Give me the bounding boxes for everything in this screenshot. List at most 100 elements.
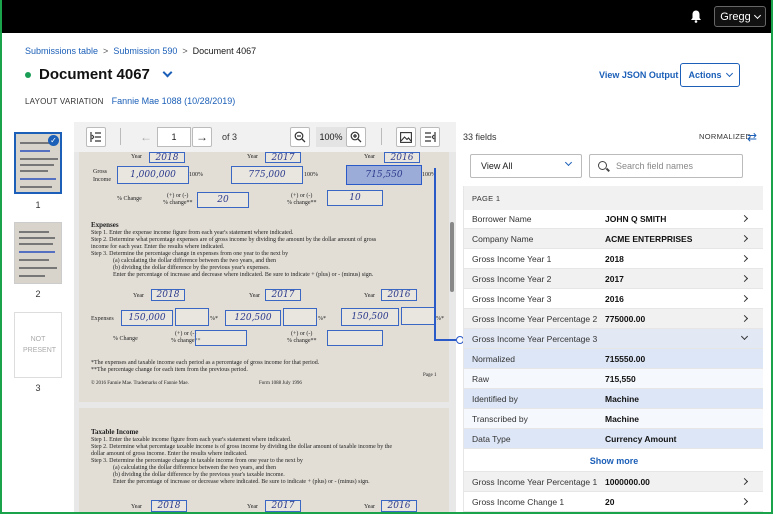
next-page-button[interactable]: → — [192, 127, 212, 147]
search-placeholder: Search field names — [616, 161, 694, 171]
document-page-1: Year 2018 Year 2017 Year 2016 Gross Inco… — [79, 152, 449, 402]
chevron-right-icon — [740, 497, 749, 506]
thumbnail-page-2[interactable] — [14, 222, 62, 284]
arrow-left-icon: ← — [140, 130, 152, 144]
hw-gross-income-3-highlighted[interactable]: 715,550 — [346, 165, 422, 185]
swap-icon[interactable]: ⇄ — [747, 130, 757, 144]
zoom-out-button[interactable] — [290, 127, 310, 147]
page-thumbnails: ✓ 1 2 NOT PRESENT 3 — [2, 122, 74, 512]
top-bar: Gregg — [2, 0, 771, 33]
document-page-2: Taxable Income Step 1. Enter the taxable… — [79, 408, 449, 512]
thumbnail-number: 2 — [35, 289, 41, 299]
hw-gross-income-2: 775,000 — [231, 166, 303, 184]
hw-pct-change-2: 10 — [327, 190, 383, 206]
normalized-toggle-label[interactable]: NORMALIZED — [699, 132, 751, 141]
chevron-down-icon — [725, 69, 733, 78]
layout-variation-label: LAYOUT VARIATION — [25, 97, 104, 106]
thumbnail-number: 3 — [35, 383, 41, 393]
page-title-row: Document 4067 — [25, 66, 173, 83]
field-detail-row: Identified by Machine — [464, 389, 763, 409]
page-number-input[interactable]: 1 — [157, 127, 191, 147]
chevron-right-icon — [740, 234, 749, 243]
zoom-in-button[interactable] — [346, 127, 366, 147]
thumbnail-page-3[interactable]: NOT PRESENT — [14, 312, 62, 378]
breadcrumb-separator: > — [182, 46, 188, 56]
view-filter-select[interactable]: View All — [470, 154, 582, 178]
link-connector-line — [434, 339, 456, 341]
hw-exp-year-2: 2017 — [265, 289, 301, 301]
layout-variation: LAYOUT VARIATION Fannie Mae 1088 (10/28/… — [25, 96, 235, 106]
field-row[interactable]: Gross Income Year 3 2016 — [464, 289, 763, 309]
breadcrumb-submission[interactable]: Submission 590 — [113, 46, 177, 56]
chevron-right-icon — [740, 254, 749, 263]
thumbnail-number: 1 — [35, 200, 41, 210]
document-viewer[interactable]: Year 2018 Year 2017 Year 2016 Gross Inco… — [74, 152, 456, 512]
status-dot — [25, 71, 31, 78]
zoom-level: 100% — [316, 127, 346, 147]
view-filter-value: View All — [481, 161, 513, 171]
hw-year-1: 2018 — [149, 152, 185, 163]
zoom-out-icon — [294, 131, 306, 143]
thumbnail-page-1[interactable]: ✓ — [14, 132, 62, 194]
image-view-button[interactable] — [396, 127, 416, 147]
not-present-label: NOT PRESENT — [23, 336, 57, 354]
chevron-down-icon — [564, 158, 573, 167]
search-icon — [598, 161, 607, 170]
check-icon: ✓ — [48, 135, 59, 146]
actions-label: Actions — [688, 70, 722, 80]
field-detail-row: Data Type Currency Amount — [464, 429, 763, 449]
breadcrumb-submissions-table[interactable]: Submissions table — [25, 46, 98, 56]
field-row[interactable]: Gross Income Year Percentage 1 1000000.0… — [464, 472, 763, 492]
chevron-down-icon — [740, 332, 749, 341]
actions-button[interactable]: Actions — [680, 63, 740, 87]
field-row[interactable]: Gross Income Change 1 20 — [464, 492, 763, 512]
page-count: of 3 — [222, 132, 238, 142]
hw-year-2: 2017 — [265, 152, 301, 163]
app-frame: Gregg Submissions table > Submission 590… — [0, 0, 773, 514]
hw-expenses-2: 120,500 — [225, 310, 281, 326]
layout-variation-link[interactable]: Fannie Mae 1088 (10/28/2019) — [112, 96, 236, 106]
expand-panel-button[interactable] — [420, 127, 440, 147]
panel-collapse-icon — [90, 132, 101, 142]
image-icon — [400, 131, 412, 143]
field-row[interactable]: Company Name ACME ENTERPRISES — [464, 229, 763, 249]
field-row[interactable]: Gross Income Year 1 2018 — [464, 249, 763, 269]
hw-gross-income-1: 1,000,000 — [117, 166, 189, 184]
arrow-right-icon: → — [196, 130, 208, 144]
show-more-button[interactable]: Show more — [464, 450, 763, 472]
field-search-input[interactable]: Search field names — [589, 154, 743, 178]
chevron-right-icon — [740, 314, 749, 323]
page-group-label: PAGE 1 — [464, 186, 763, 210]
panel-expand-icon — [425, 132, 436, 142]
chevron-down-icon — [753, 11, 761, 19]
view-json-link[interactable]: View JSON Output — [599, 70, 678, 80]
breadcrumb-separator: > — [103, 46, 109, 56]
breadcrumb-document: Document 4067 — [192, 46, 257, 56]
prev-page-button[interactable]: ← — [136, 127, 156, 147]
hw-exp-year-3: 2016 — [381, 289, 417, 301]
chevron-right-icon — [740, 214, 749, 223]
field-detail-row: Normalized 715550.00 — [464, 349, 763, 369]
zoom-in-icon — [350, 131, 362, 143]
chevron-right-icon — [740, 477, 749, 486]
chevron-right-icon — [740, 294, 749, 303]
hw-pct-change-1: 20 — [197, 192, 249, 208]
viewer-scrollbar[interactable] — [450, 222, 454, 292]
hw-year-3: 2016 — [384, 152, 420, 163]
field-row[interactable]: Gross Income Year 2 2017 — [464, 269, 763, 289]
page-title: Document 4067 — [39, 66, 150, 83]
breadcrumb: Submissions table > Submission 590 > Doc… — [25, 46, 256, 56]
chevron-right-icon — [740, 274, 749, 283]
hw-expenses-1: 150,000 — [121, 310, 173, 326]
field-row-expanded[interactable]: Gross Income Year Percentage 3 — [464, 329, 763, 349]
collapse-thumbnails-button[interactable] — [86, 127, 106, 147]
chevron-down-icon[interactable] — [162, 67, 173, 78]
link-connector-line — [434, 168, 436, 340]
field-list: PAGE 1 Borrower Name JOHN Q SMITH Compan… — [463, 186, 763, 512]
hw-exp-year-1: 2018 — [151, 289, 185, 301]
user-menu-button[interactable]: Gregg — [714, 6, 766, 27]
field-detail-row: Raw 715,550 — [464, 369, 763, 389]
bell-icon[interactable] — [690, 10, 702, 23]
field-row[interactable]: Borrower Name JOHN Q SMITH — [464, 209, 763, 229]
field-row[interactable]: Gross Income Year Percentage 2 775000.00 — [464, 309, 763, 329]
